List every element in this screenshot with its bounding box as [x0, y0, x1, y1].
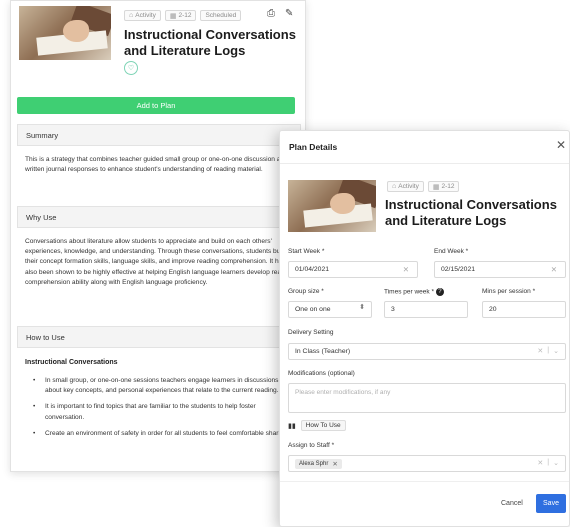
help-icon[interactable]: ? [435, 288, 444, 296]
card-toolbar: ⎙ ✎ [267, 8, 293, 19]
close-icon[interactable]: ✕ [556, 139, 566, 151]
modal-activity-thumbnail [288, 180, 376, 232]
select-arrows-icon: ⬍ [359, 304, 365, 311]
modal-title: Plan Details [289, 142, 338, 152]
modal-footer-divider [280, 481, 569, 482]
chevron-down-icon[interactable]: ⌄ [553, 347, 559, 355]
delivery-setting-label: Delivery Setting [288, 329, 334, 336]
activity-thumbnail [19, 6, 111, 60]
plan-details-modal: Plan Details ✕ ⌂ Activity ▦ 2-12 Instruc… [279, 130, 570, 527]
remove-chip-icon[interactable]: ✕ [332, 460, 337, 468]
end-week-label: End Week * [434, 248, 469, 255]
assign-staff-select[interactable]: Alexa Sphr ✕ ✕ | ⌄ [288, 455, 566, 472]
activity-detail-card: ⌂ Activity ▦ 2-12 Scheduled ⎙ ✎ Instruct… [10, 0, 306, 472]
end-week-field[interactable]: 02/15/2021 ✕ [434, 261, 566, 278]
tag-grade: ▦ 2-12 [427, 181, 460, 192]
delivery-setting-select[interactable]: In Class (Teacher) ✕ | ⌄ [288, 343, 566, 360]
page-title: Instructional Conversations and Literatu… [124, 27, 296, 58]
tag-grade: ▦ 2-12 [164, 10, 197, 21]
modal-divider [280, 163, 569, 164]
start-week-label: Start Week * [288, 248, 325, 255]
times-per-week-label: Times per week *? [384, 288, 444, 296]
add-to-plan-button[interactable]: Add to Plan [17, 97, 295, 114]
edit-icon[interactable]: ✎ [285, 8, 293, 19]
how-to-use-subheading: Instructional Conversations [25, 359, 118, 366]
modifications-field[interactable] [288, 383, 566, 413]
chevron-down-icon[interactable]: ⌄ [553, 459, 559, 467]
tag-activity: ⌂ Activity [387, 181, 424, 192]
list-item: In small group, or one-on-one sessions t… [25, 376, 295, 396]
how-to-use-header: How to Use [17, 326, 301, 348]
clear-icon[interactable]: ✕ [551, 265, 557, 274]
modifications-input[interactable] [295, 389, 559, 396]
clear-icon[interactable]: ✕ [537, 459, 543, 467]
summary-text: This is a strategy that combines teacher… [25, 156, 288, 174]
map-icon: ▮▮ [288, 422, 296, 430]
list-item: It is important to find topics that are … [25, 402, 295, 422]
start-week-field[interactable]: 01/04/2021 ✕ [288, 261, 418, 278]
grade-icon: ▦ [169, 12, 177, 20]
modal-activity-title: Instructional Conversations and Literatu… [385, 197, 557, 228]
clear-icon[interactable]: ✕ [537, 347, 543, 355]
group-size-label: Group size * [288, 288, 324, 295]
separator: | [547, 347, 550, 354]
separator: | [547, 459, 550, 466]
cancel-button[interactable]: Cancel [501, 500, 523, 507]
print-icon[interactable]: ⎙ [267, 8, 275, 19]
mins-per-session-input[interactable]: 20 [482, 301, 566, 318]
assign-staff-label: Assign to Staff * [288, 442, 335, 449]
tag-scheduled: Scheduled [200, 10, 242, 21]
favorite-icon[interactable]: ♡ [124, 61, 138, 75]
activity-tags: ⌂ Activity ▦ 2-12 Scheduled [124, 10, 242, 21]
list-item: Create an environment of safety in order… [25, 429, 295, 439]
mins-per-session-label: Mins per session * [482, 288, 536, 295]
times-per-week-input[interactable]: 3 [384, 301, 468, 318]
save-button[interactable]: Save [536, 494, 566, 513]
activity-icon: ⌂ [392, 183, 397, 190]
staff-chip: Alexa Sphr ✕ [295, 458, 342, 469]
how-to-use-body: Instructional Conversations In small gro… [25, 358, 295, 445]
modifications-label: Modifications (optional) [288, 370, 355, 377]
why-use-text: Conversations about literature allow stu… [25, 238, 294, 286]
modal-activity-tags: ⌂ Activity ▦ 2-12 [387, 181, 460, 192]
why-use-header: Why Use [17, 206, 301, 228]
activity-icon: ⌂ [129, 12, 134, 19]
grade-icon: ▦ [432, 183, 440, 191]
tag-activity: ⌂ Activity [124, 10, 161, 21]
how-to-use-list: In small group, or one-on-one sessions t… [25, 376, 295, 439]
how-to-use-link[interactable]: ▮▮ How To Use [288, 420, 346, 431]
summary-header: Summary [17, 124, 301, 146]
group-size-select[interactable]: One on one ⬍ [288, 301, 372, 318]
clear-icon[interactable]: ✕ [403, 265, 409, 274]
